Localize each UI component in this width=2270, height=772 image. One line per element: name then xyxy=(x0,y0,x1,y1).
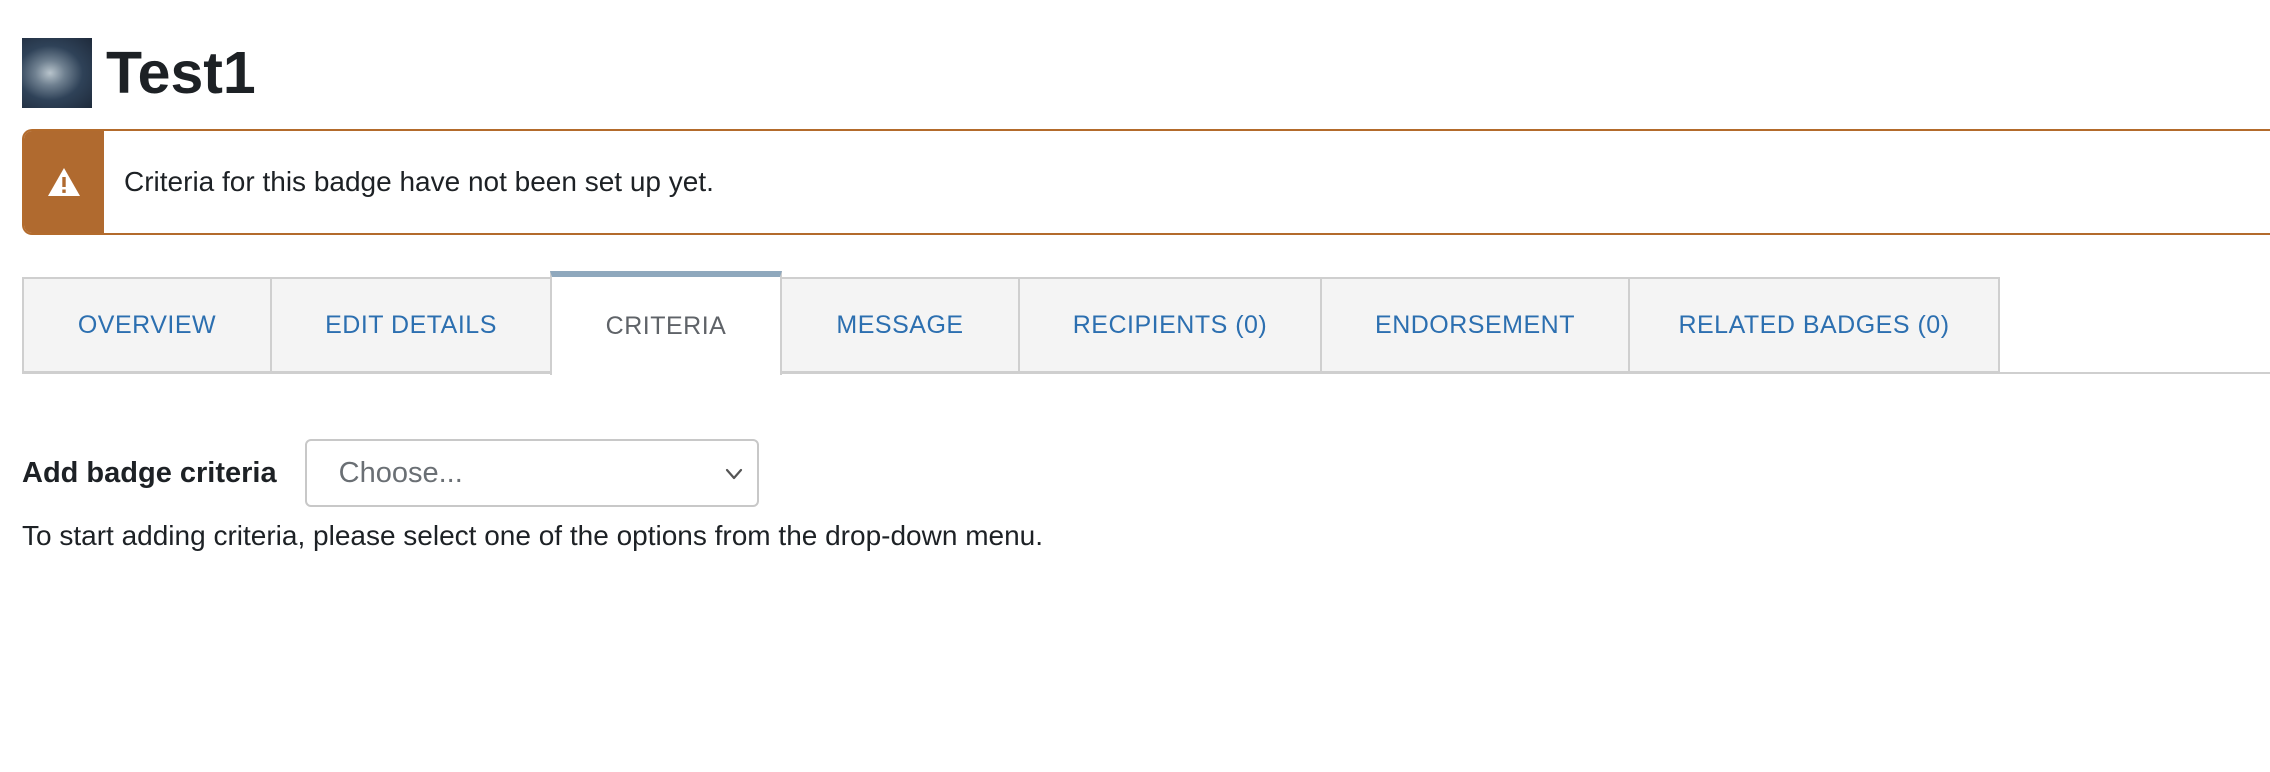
tab-criteria[interactable]: CRITERIA xyxy=(550,271,782,375)
warning-icon xyxy=(48,168,80,196)
tab-edit-details[interactable]: EDIT DETAILS xyxy=(270,277,552,373)
badge-image xyxy=(22,38,92,108)
chevron-down-icon xyxy=(725,468,742,480)
tab-message[interactable]: MESSAGE xyxy=(780,277,1020,373)
criteria-select[interactable]: Choose... xyxy=(304,439,759,507)
tab-endorsement[interactable]: ENDORSEMENT xyxy=(1320,277,1630,373)
badge-criteria-page: Test1 Criteria for this badge have not b… xyxy=(0,0,2270,772)
tab-recipients[interactable]: RECIPIENTS (0) xyxy=(1018,277,1322,373)
page-header: Test1 xyxy=(22,38,256,108)
warning-alert: Criteria for this badge have not been se… xyxy=(22,129,2270,235)
add-criteria-label: Add badge criteria xyxy=(22,456,277,489)
tab-related-badges[interactable]: RELATED BADGES (0) xyxy=(1628,277,2000,373)
criteria-select-value: Choose... xyxy=(338,456,463,489)
criteria-help-text: To start adding criteria, please select … xyxy=(22,520,1044,551)
page-title: Test1 xyxy=(106,40,256,106)
add-criteria-row: Add badge criteria Choose... xyxy=(22,439,759,507)
alert-message: Criteria for this badge have not been se… xyxy=(124,166,714,197)
alert-icon-box xyxy=(24,131,104,233)
tab-overview[interactable]: OVERVIEW xyxy=(22,277,272,373)
badge-tabs: OVERVIEW EDIT DETAILS CRITERIA MESSAGE R… xyxy=(22,271,2270,375)
